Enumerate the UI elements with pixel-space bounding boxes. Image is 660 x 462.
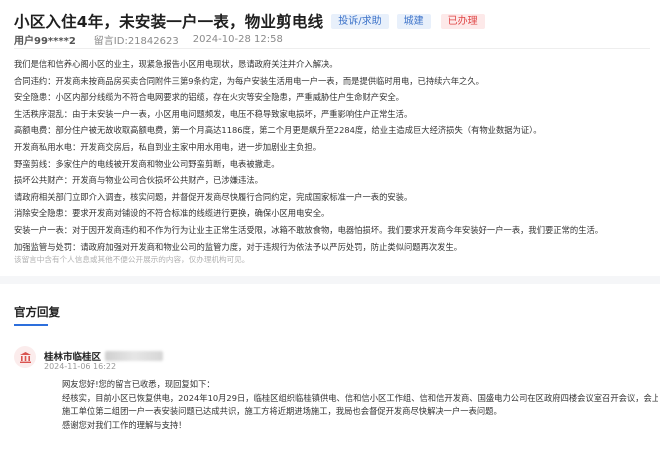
reply-line: 感谢您对我们工作的理解与支持！ xyxy=(62,419,187,430)
content-line: 加强监管与处罚：请政府加强对开发商和物业公司的监管力度，对于违规行为依法予以严厉… xyxy=(14,241,463,252)
reply-line: 网友您好!您的留言已收悉，现回复如下： xyxy=(62,379,215,389)
content-line: 请政府相关部门立即介入调查，核实问题，并督促开发商尽快履行合同约定，完成国家标准… xyxy=(14,191,413,202)
content-line: 损坏公共财产：开发商与物业公司合伙损坏公共财产，已涉嫌违法。 xyxy=(14,175,263,186)
message-meta: 用户99****2 留言ID:21842623 2024-10-28 12:58 xyxy=(14,32,283,47)
content-line: 安全隐患：小区内部分线缆为不符合电网要求的铝缆，存在火灾等安全隐患，严重威胁住户… xyxy=(14,92,404,103)
status-badge: 已办理 xyxy=(440,13,485,29)
reply-line: 经核实，目前小区已恢复供电，2024年10月29日，临桂区组织临桂镇供电、信和信… xyxy=(62,392,658,403)
content-line: 合同违约：开发商未按商品房买卖合同附件三第9条约定，为每户安装生活用电一户一表，… xyxy=(14,75,484,86)
tag-category[interactable]: 城建 xyxy=(396,13,431,29)
message-datetime: 2024-10-28 12:58 xyxy=(192,34,283,45)
message-id: 留言ID:21842623 xyxy=(93,36,179,47)
official-reply-title: 官方回复 xyxy=(14,304,60,326)
content-line: 安装一户一表：对于因开发商违约和不作为行为让业主正常生活受限，冰箱不敢放食物，电… xyxy=(14,224,604,235)
page: 小区入住4年，未安装一户一表，物业剪电线 投诉/求助 城建 已办理 用户99**… xyxy=(0,0,660,462)
page-title: 小区入住4年，未安装一户一表，物业剪电线 xyxy=(14,13,324,31)
content-line: 消除安全隐患：要求开发商对铺设的不符合标准的线缆进行更换，确保小区用电安全。 xyxy=(14,208,330,219)
reply-line: 施工单位第二组团一户一表安装问题已达成共识，施工方将近期进场施工，我局也会督促开… xyxy=(62,406,502,417)
message-content: 我们是信和信养心阁小区的业主，现紧急报告小区用电现状，恳请政府关注并介入解决。 … xyxy=(14,56,654,255)
privacy-note: 该留言中含有个人信息或其他不便公开展示的内容，仅办理机构可见。 xyxy=(14,255,250,264)
content-line: 野蛮剪线：多家住户的电线被开发商和物业公司野蛮剪断，电表被撤走。 xyxy=(14,158,280,169)
tag-complaint[interactable]: 投诉/求助 xyxy=(331,13,389,29)
content-line: 生活秩序混乱：由于未安装一户一表，小区用电问题频发，电压不稳导致家电损坏，严重影… xyxy=(14,108,413,119)
username: 用户99****2 xyxy=(14,36,76,47)
content-line: 开发商私用水电：开发商交房后，私自到业主家中用水用电，进一步加剧业主负担。 xyxy=(14,141,321,152)
content-line: 高额电费：部分住户被无故收取高额电费，第一个月高达1186度，第二个月更是飙升至… xyxy=(14,125,542,136)
section-separator xyxy=(0,276,660,284)
government-building-icon xyxy=(14,346,36,368)
redacted-org-name xyxy=(105,351,164,361)
header-divider xyxy=(14,48,650,49)
reply-content: 网友您好!您的留言已收悉，现回复如下： 经核实，目前小区已恢复供电，2024年1… xyxy=(62,378,658,432)
reply-org-name: 桂林市临桂区 xyxy=(44,349,164,363)
content-line: 我们是信和信养心阁小区的业主，现紧急报告小区用电现状，恳请政府关注并介入解决。 xyxy=(14,59,338,69)
reply-date: 2024-11-06 16:22 xyxy=(44,362,117,371)
org-name-text: 桂林市临桂区 xyxy=(44,352,102,363)
